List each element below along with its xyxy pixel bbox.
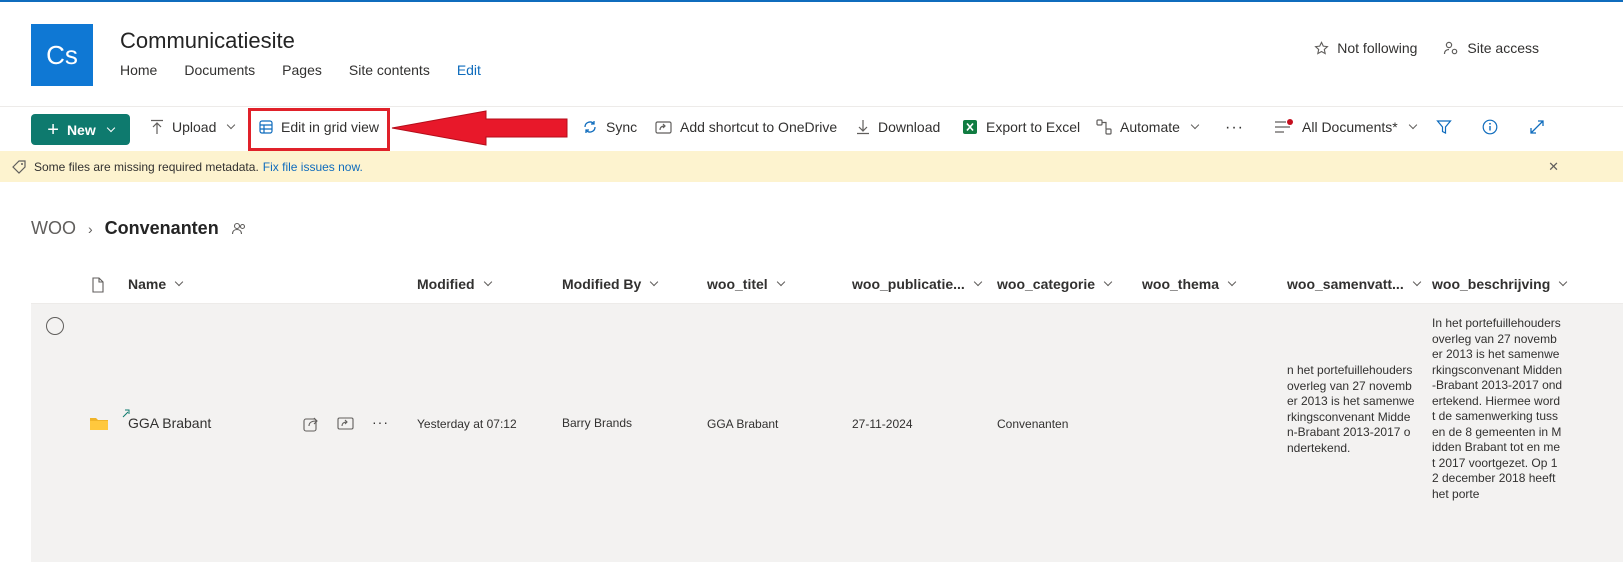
nav-home[interactable]: Home: [120, 62, 157, 78]
chevron-down-icon: [174, 277, 184, 287]
column-header-woo-beschrijving[interactable]: woo_beschrijving: [1432, 276, 1568, 292]
excel-icon: [963, 120, 977, 134]
chevron-down-icon: [1412, 277, 1421, 287]
export-excel-button[interactable]: Export to Excel: [962, 119, 1080, 135]
view-list-icon: [1275, 119, 1293, 133]
info-button[interactable]: [1482, 119, 1498, 135]
chevron-down-icon: [776, 277, 785, 287]
filter-icon: [1436, 120, 1452, 134]
expand-icon: [1530, 120, 1544, 134]
chevron-down-icon: [1103, 277, 1113, 287]
column-header-woo-samenvatting[interactable]: woo_samenvatt...: [1287, 276, 1421, 292]
close-icon[interactable]: ✕: [1548, 159, 1559, 175]
follow-button[interactable]: Not following: [1314, 40, 1417, 56]
site-title[interactable]: Communicatiesite: [120, 28, 295, 54]
flow-icon: [1096, 119, 1112, 135]
chevron-down-icon: [106, 123, 115, 132]
breadcrumb-current: Convenanten: [104, 218, 219, 238]
upload-icon: [151, 119, 163, 134]
nav-documents[interactable]: Documents: [184, 62, 255, 78]
folder-icon: [90, 418, 108, 430]
column-header-woo-titel[interactable]: woo_titel: [707, 276, 785, 292]
file-type-icon[interactable]: [91, 277, 105, 293]
plus-icon: +: [47, 118, 59, 141]
breadcrumb-parent[interactable]: WOO: [31, 218, 76, 239]
column-header-woo-thema[interactable]: woo_thema: [1142, 276, 1237, 292]
column-header-woo-publicatie[interactable]: woo_publicatie...: [852, 276, 983, 292]
chevron-down-icon: [1227, 277, 1237, 287]
nav-pages[interactable]: Pages: [282, 62, 322, 78]
site-logo[interactable]: Cs: [31, 24, 93, 86]
shared-people-icon[interactable]: [231, 221, 247, 237]
command-bar: + New Upload Edit in grid view Sync Add …: [0, 106, 1623, 151]
expand-button[interactable]: [1529, 119, 1545, 135]
row-select-radio[interactable]: [46, 317, 64, 335]
chevron-down-icon: [973, 277, 983, 287]
item-name-link[interactable]: GGA Brabant: [128, 415, 211, 431]
nav-site-contents[interactable]: Site contents: [349, 62, 430, 78]
chevron-down-icon: [1408, 120, 1417, 130]
upload-button[interactable]: Upload: [150, 119, 236, 135]
cell-woo-publicatie: 27-11-2024: [852, 417, 913, 431]
download-icon: [857, 120, 869, 135]
top-accent-line: [0, 0, 1623, 2]
new-button[interactable]: + New: [31, 114, 130, 145]
share-icon[interactable]: [303, 416, 319, 432]
shortcut-icon: [655, 120, 672, 134]
column-header-modified-by[interactable]: Modified By: [562, 276, 659, 292]
column-header-name[interactable]: Name: [128, 276, 184, 292]
chevron-right-icon: ›: [88, 220, 93, 237]
breadcrumb: WOO › Convenanten: [31, 218, 247, 239]
cell-woo-categorie: Convenanten: [997, 417, 1069, 431]
people-settings-icon: [1444, 41, 1458, 55]
red-arrow-annotation: [391, 110, 568, 146]
star-icon: [1314, 40, 1329, 55]
fix-file-issues-link[interactable]: Fix file issues now.: [263, 160, 363, 174]
nav-edit[interactable]: Edit: [457, 62, 481, 78]
chevron-down-icon: [1190, 120, 1200, 130]
column-header-modified[interactable]: Modified: [417, 276, 492, 292]
info-icon: [1482, 119, 1498, 135]
add-shortcut-button[interactable]: Add shortcut to OneDrive: [655, 119, 837, 135]
header-actions: Not following Site access: [1314, 40, 1539, 56]
shortcut-icon[interactable]: [337, 416, 354, 431]
chevron-down-icon: [650, 277, 659, 287]
sync-icon: [584, 121, 596, 133]
cell-woo-beschrijving: In het portefuillehoudersoverleg van 27 …: [1432, 316, 1563, 501]
tag-warning-icon: [12, 159, 26, 174]
filter-button[interactable]: [1436, 119, 1452, 135]
cell-modified-by[interactable]: Barry Brands: [562, 416, 632, 430]
sync-button[interactable]: Sync: [582, 119, 637, 135]
cell-modified: Yesterday at 07:12: [417, 417, 517, 431]
download-button[interactable]: Download: [856, 119, 940, 135]
highlight-annotation-box: [248, 108, 390, 151]
cell-woo-titel: GGA Brabant: [707, 417, 779, 431]
site-access-button[interactable]: Site access: [1443, 40, 1539, 56]
view-switcher[interactable]: All Documents*: [1274, 119, 1417, 135]
cell-woo-samenvatting: n het portefuillehoudersoverleg van 27 n…: [1287, 363, 1415, 455]
chevron-down-icon: [227, 120, 236, 130]
item-more-actions[interactable]: ···: [372, 414, 389, 430]
column-header-woo-categorie[interactable]: woo_categorie: [997, 276, 1113, 292]
automate-button[interactable]: Automate: [1096, 119, 1200, 135]
chevron-down-icon: [483, 277, 492, 287]
more-commands-button[interactable]: ···: [1225, 119, 1244, 137]
site-navigation: Home Documents Pages Site contents Edit: [120, 62, 508, 78]
table-row[interactable]: GGA Brabant ··· Yesterday at 07:12 Barry…: [31, 304, 1623, 562]
list-header: Name Modified Modified By woo_titel woo_…: [31, 266, 1623, 304]
metadata-warning-banner: Some files are missing required metadata…: [0, 151, 1623, 182]
chevron-down-icon: [1559, 277, 1568, 287]
